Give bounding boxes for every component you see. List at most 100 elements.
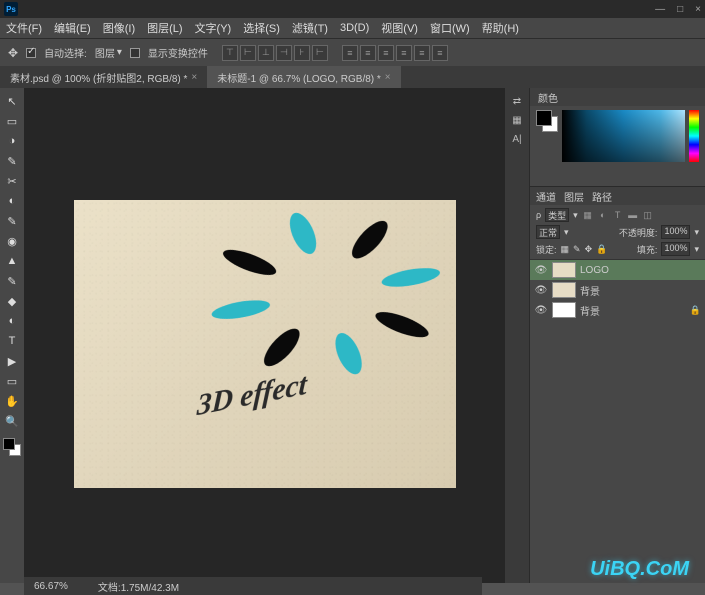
filter-pixel-icon[interactable]: ▦	[582, 209, 594, 221]
color-picker[interactable]	[562, 110, 685, 162]
layer-list: 👁 LOGO 👁 背景 👁 背景 🔒	[530, 260, 705, 583]
menu-layer[interactable]: 图层(L)	[147, 20, 182, 36]
heal-tool[interactable]: ✎	[2, 212, 22, 230]
tab-color[interactable]: 颜色	[538, 90, 558, 105]
dist-5-icon[interactable]: ≡	[414, 45, 430, 61]
filter-smart-icon[interactable]: ◫	[642, 209, 654, 221]
zoom-level[interactable]: 66.67%	[34, 581, 68, 592]
layer-thumb[interactable]	[552, 282, 576, 298]
character-icon[interactable]: A|	[512, 134, 521, 145]
filter-shape-icon[interactable]: ▬	[627, 209, 639, 221]
chevron-down-icon[interactable]: ▾	[573, 210, 578, 221]
color-swatch[interactable]	[3, 438, 21, 456]
stamp-tool[interactable]: ▲	[2, 252, 22, 270]
layer-row[interactable]: 👁 背景 🔒	[530, 300, 705, 320]
tab-channels[interactable]: 通道	[536, 189, 556, 204]
hand-tool[interactable]: ✋	[2, 392, 22, 410]
layer-row[interactable]: 👁 LOGO	[530, 260, 705, 280]
eyedropper-tool[interactable]: ◐	[2, 192, 22, 210]
brush-tool[interactable]: ◉	[2, 232, 22, 250]
layer-thumb[interactable]	[552, 262, 576, 278]
hue-slider[interactable]	[689, 110, 699, 162]
chevron-down-icon[interactable]: ▾	[694, 244, 699, 255]
lasso-tool[interactable]: ◑	[2, 132, 22, 150]
close-button[interactable]: ×	[695, 4, 701, 15]
auto-select-dropdown[interactable]: 图层 ▾	[95, 45, 122, 60]
chevron-down-icon[interactable]: ▾	[694, 227, 699, 238]
dist-6-icon[interactable]: ≡	[432, 45, 448, 61]
close-icon[interactable]: ×	[191, 72, 197, 83]
path-tool[interactable]: ▶	[2, 352, 22, 370]
shape-tool[interactable]: ▭	[2, 372, 22, 390]
lock-paint-icon[interactable]: ✎	[573, 244, 581, 255]
lock-trans-icon[interactable]: ▦	[561, 244, 570, 255]
align-right-icon[interactable]: ⊢	[312, 45, 328, 61]
dist-3-icon[interactable]: ≡	[378, 45, 394, 61]
visibility-eye-icon[interactable]: 👁	[534, 265, 548, 276]
lock-label: 锁定:	[536, 243, 557, 256]
lock-move-icon[interactable]: ✥	[585, 244, 593, 255]
lock-icon: 🔒	[690, 305, 701, 316]
dist-1-icon[interactable]: ≡	[342, 45, 358, 61]
tab-document-1[interactable]: 素材.psd @ 100% (折射贴图2, RGB/8) * ×	[0, 66, 207, 88]
tab-document-2[interactable]: 未标题-1 @ 66.7% (LOGO, RGB/8) * ×	[207, 66, 400, 88]
layer-thumb[interactable]	[552, 302, 576, 318]
window-controls: — □ ×	[655, 4, 701, 15]
auto-select-checkbox[interactable]	[26, 48, 36, 58]
menu-3d[interactable]: 3D(D)	[340, 22, 369, 34]
history-brush-tool[interactable]: ✎	[2, 272, 22, 290]
tab-layers[interactable]: 图层	[564, 189, 584, 204]
filter-adjust-icon[interactable]: ◐	[597, 209, 609, 221]
zoom-tool[interactable]: 🔍	[2, 412, 22, 430]
swatches-icon[interactable]: ▦	[512, 115, 521, 126]
move-tool[interactable]: ↖	[2, 92, 22, 110]
menu-filter[interactable]: 滤镜(T)	[292, 20, 328, 36]
close-icon[interactable]: ×	[385, 72, 391, 83]
color-swatch-mini[interactable]	[536, 110, 558, 132]
history-icon[interactable]: ⇄	[513, 96, 521, 107]
gradient-tool[interactable]: ◐	[2, 312, 22, 330]
align-vcenter-icon[interactable]: ⊢	[240, 45, 256, 61]
filter-type-icon[interactable]: T	[612, 209, 624, 221]
menu-image[interactable]: 图像(I)	[103, 20, 135, 36]
align-bottom-icon[interactable]: ⊥	[258, 45, 274, 61]
marquee-tool[interactable]: ▭	[2, 112, 22, 130]
align-hcenter-icon[interactable]: ⊦	[294, 45, 310, 61]
layer-row[interactable]: 👁 背景	[530, 280, 705, 300]
menu-window[interactable]: 窗口(W)	[430, 20, 470, 36]
fill-label: 填充:	[637, 243, 658, 256]
doc-size[interactable]: 文档:1.75M/42.3M	[98, 579, 179, 594]
align-top-icon[interactable]: ⊤	[222, 45, 238, 61]
document-canvas[interactable]: 3D effect	[74, 200, 456, 488]
foreground-color[interactable]	[3, 438, 15, 450]
eraser-tool[interactable]: ◆	[2, 292, 22, 310]
fg-swatch[interactable]	[536, 110, 552, 126]
kind-dropdown[interactable]: 类型	[545, 208, 569, 222]
maximize-button[interactable]: □	[677, 4, 683, 15]
lock-all-icon[interactable]: 🔒	[596, 244, 607, 255]
fill-value[interactable]: 100%	[661, 242, 690, 256]
crop-tool[interactable]: ✂	[2, 172, 22, 190]
opacity-value[interactable]: 100%	[661, 225, 690, 239]
menu-type[interactable]: 文字(Y)	[195, 20, 232, 36]
distribute-icons-group: ≡ ≡ ≡ ≡ ≡ ≡	[342, 45, 448, 61]
tab-paths[interactable]: 路径	[592, 189, 612, 204]
menu-edit[interactable]: 编辑(E)	[54, 20, 91, 36]
menu-help[interactable]: 帮助(H)	[482, 20, 519, 36]
dist-4-icon[interactable]: ≡	[396, 45, 412, 61]
type-tool[interactable]: T	[2, 332, 22, 350]
visibility-eye-icon[interactable]: 👁	[534, 285, 548, 296]
canvas-area[interactable]: 3D effect	[24, 88, 505, 583]
menu-file[interactable]: 文件(F)	[6, 20, 42, 36]
menu-select[interactable]: 选择(S)	[243, 20, 280, 36]
menu-view[interactable]: 视图(V)	[381, 20, 418, 36]
wand-tool[interactable]: ✎	[2, 152, 22, 170]
show-transform-checkbox[interactable]	[130, 48, 140, 58]
paper-texture	[74, 200, 456, 488]
align-left-icon[interactable]: ⊣	[276, 45, 292, 61]
visibility-eye-icon[interactable]: 👁	[534, 305, 548, 316]
minimize-button[interactable]: —	[655, 4, 665, 15]
dist-2-icon[interactable]: ≡	[360, 45, 376, 61]
chevron-down-icon[interactable]: ▾	[564, 227, 569, 238]
blend-mode-dropdown[interactable]: 正常	[536, 225, 560, 239]
